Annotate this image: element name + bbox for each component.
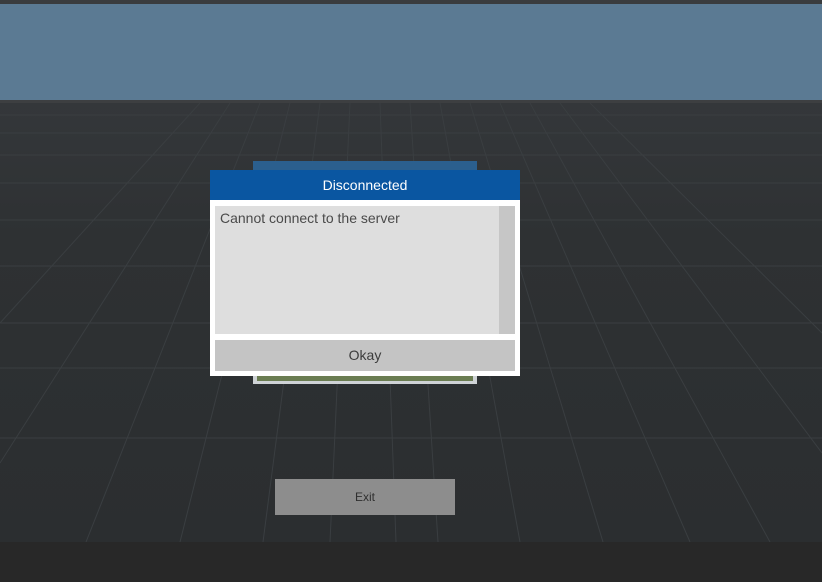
disconnected-dialog: Disconnected Cannot connect to the serve… xyxy=(210,170,520,376)
exit-button[interactable]: Exit xyxy=(275,479,455,515)
bottom-bar xyxy=(0,542,822,582)
message-scrollbar[interactable] xyxy=(499,206,515,334)
message-text: Cannot connect to the server xyxy=(220,210,400,226)
horizon-line xyxy=(0,100,822,103)
dialog-title: Disconnected xyxy=(210,170,520,200)
message-box: Cannot connect to the server xyxy=(215,206,515,334)
game-viewport: Disconnected Cannot connect to the serve… xyxy=(0,0,822,582)
okay-button[interactable]: Okay xyxy=(215,340,515,371)
sky-background xyxy=(0,4,822,101)
